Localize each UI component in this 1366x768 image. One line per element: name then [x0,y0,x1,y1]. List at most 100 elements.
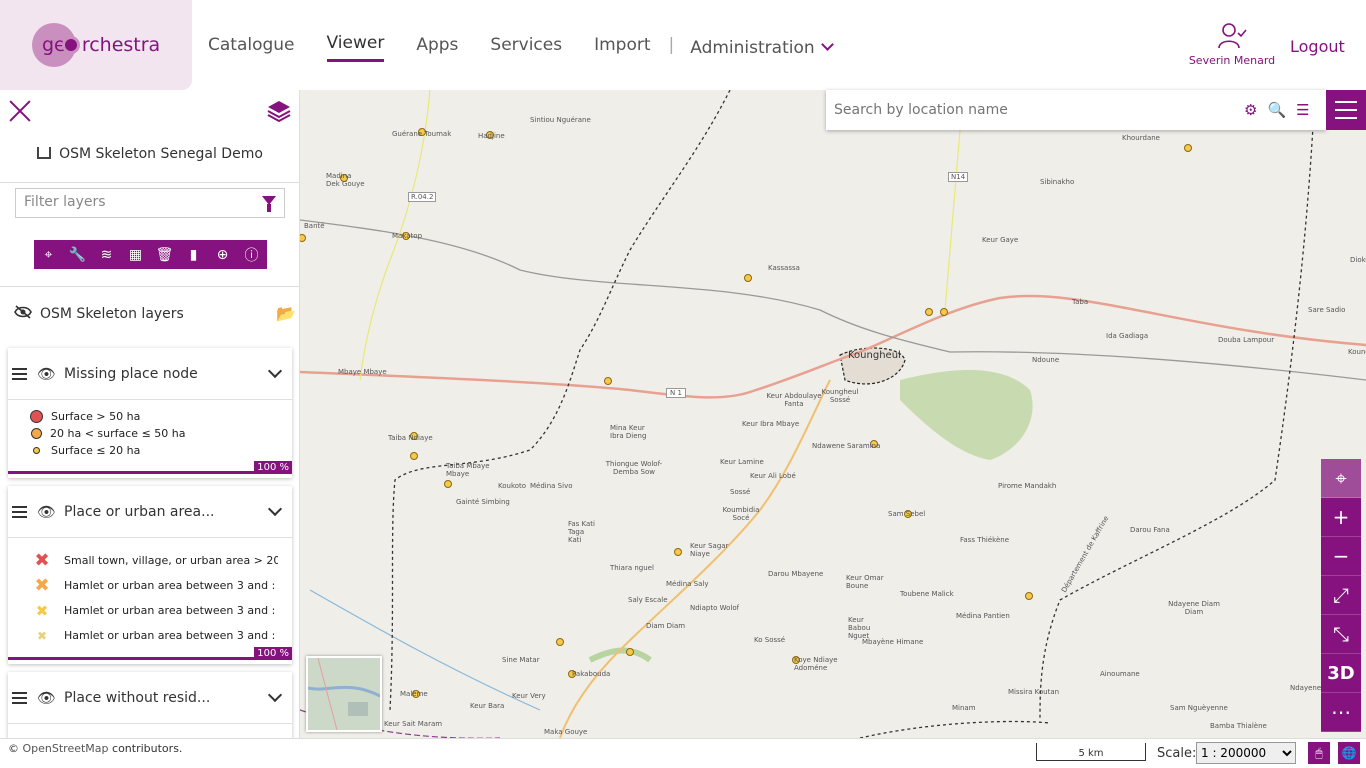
map-label: Keur Ali Lobé [750,472,796,480]
nav-viewer[interactable]: Viewer [326,33,385,62]
download-icon[interactable]: ⊕ [208,240,237,269]
red-cross-icon: ✖ [34,550,50,571]
close-icon[interactable] [8,98,32,122]
divider [0,182,299,183]
zoom-to-icon[interactable]: ⌖ [34,240,63,269]
eye-icon[interactable]: 👁 [37,689,56,707]
place-marker[interactable] [744,274,752,282]
eye-icon[interactable]: 👁 [37,503,56,521]
layer-group[interactable]: OSM Skeleton layers 📂 [14,302,296,326]
search-input[interactable] [834,102,1234,118]
layer-header[interactable]: 👁 Place or urban area... [8,486,292,538]
wrench-icon[interactable]: 🔧 [63,240,92,269]
3d-toggle-button[interactable]: 3D [1321,654,1361,693]
layers-icon[interactable] [266,98,292,124]
place-marker[interactable] [925,308,933,316]
gear-icon[interactable]: ⚙ [1244,101,1257,119]
locate-icon[interactable]: ⌖ [1321,459,1361,498]
eye-icon[interactable]: 👁 [37,365,56,383]
osm-link[interactable]: OpenStreetMap [23,742,109,755]
place-marker[interactable] [626,648,634,656]
background-switcher-minimap[interactable] [306,656,382,732]
zoom-to-extent-icon[interactable]: ⤢ [1321,576,1361,615]
place-marker[interactable] [604,377,612,385]
map-label: Sintiou Nguérane [530,116,591,124]
road-label: R.04.2 [408,192,437,202]
nav-catalogue[interactable]: Catalogue [208,35,295,61]
nav-import[interactable]: Import [594,35,650,61]
scale-bar: 5 km [1036,743,1146,761]
place-marker[interactable] [1025,592,1033,600]
chevron-down-icon[interactable] [267,501,283,516]
map-label: Ndayene Diam Diam [1168,600,1220,616]
map-icon [37,147,52,159]
list-icon[interactable]: ☰ [1296,101,1309,119]
layer-card[interactable]: 👁 Place or urban area... ✖ Small town, vi… [8,486,292,664]
nav-apps[interactable]: Apps [416,35,458,61]
trash-icon[interactable]: 🗑 [150,240,179,269]
map-label: Sossé [730,488,751,496]
drag-handle-icon[interactable] [12,367,27,380]
eye-slash-icon[interactable] [14,305,32,323]
app-header: ge rchestra Catalogue Viewer Apps Service… [0,0,1366,90]
funnel-icon[interactable] [262,196,276,212]
opacity-value: 100 % [254,647,292,660]
map-label: Madina Dek Gouye [326,172,365,188]
place-marker[interactable] [410,452,418,460]
legend-label: Hamlet or urban area between 3 and : [64,579,276,592]
folder-open-icon[interactable]: 📂 [276,304,296,323]
layer-card[interactable]: 👁 Place without resid... [8,672,292,738]
filter-layers-input[interactable]: Filter layers [15,188,285,218]
layer-header[interactable]: 👁 Place without resid... [8,672,292,724]
mouse-position-icon[interactable]: 🖱 [1308,742,1330,764]
place-marker[interactable] [940,308,948,316]
search-icon[interactable]: 🔍 [1267,101,1286,119]
globe-icon[interactable]: 🌐 [1338,742,1360,764]
zoom-in-icon[interactable]: + [1321,498,1361,537]
layer-style-icon[interactable]: ≋ [92,240,121,269]
nav-services[interactable]: Services [490,35,562,61]
nav-administration[interactable]: Administration [690,38,834,58]
zoom-out-icon[interactable]: − [1321,537,1361,576]
red-circle-icon [30,410,43,423]
map-label: Koye Ndiaye Adoméne [794,656,838,672]
map-label: Diokou [1350,256,1366,264]
map-base [300,90,1366,738]
opacity-slider[interactable]: 100 % [8,461,292,474]
place-marker[interactable] [1184,144,1192,152]
chevron-down-icon[interactable] [267,687,283,702]
map-label: Taiba Mbaye Mbaye [446,462,490,478]
fullscreen-icon[interactable]: ⤡ [1321,615,1361,654]
road-label: N 1 [666,388,686,398]
scale-select[interactable]: 1 : 200000 [1196,742,1296,764]
drag-handle-icon[interactable] [12,691,27,704]
layer-header[interactable]: 👁 Missing place node [8,348,292,400]
info-icon[interactable]: ⓘ [237,240,266,269]
map-label: Sine Matar [502,656,540,664]
place-marker[interactable] [556,638,564,646]
map-label: Maka Gouye [544,728,588,736]
map-label: Keur Sagar Niaye [690,542,729,558]
table-icon[interactable]: ▦ [121,240,150,269]
map-footer: © OpenStreetMap contributors. 5 km Scale… [0,738,1366,768]
opacity-slider[interactable]: 100 % [8,647,292,660]
layer-card[interactable]: 👁 Missing place node Surface > 50 ha 20 … [8,348,292,478]
scale-label: Scale: [1157,746,1197,761]
map-canvas[interactable]: Guérane Toumak Hadjine Sintiou Nguérane … [300,90,1366,738]
map-label: Ida Gadiaga [1106,332,1149,340]
map-label: Keur Bara [470,702,505,710]
chevron-down-icon [820,38,834,51]
layer-toolbar: ⌖ 🔧 ≋ ▦ 🗑 ▮ ⊕ ⓘ [34,240,267,269]
place-marker[interactable] [444,480,452,488]
layer-name: Place without resid... [64,689,211,706]
chevron-down-icon[interactable] [267,363,283,378]
user-menu[interactable]: Severin Menard [1186,22,1278,67]
map-label: Koungheul Sossé [821,388,859,404]
logo[interactable]: ge rchestra [0,0,192,90]
chart-icon[interactable]: ▮ [179,240,208,269]
drag-handle-icon[interactable] [12,505,27,518]
logout-link[interactable]: Logout [1290,37,1345,56]
place-marker[interactable] [674,548,682,556]
more-icon[interactable]: ⋯ [1321,693,1361,732]
main-menu-button[interactable] [1326,90,1366,130]
